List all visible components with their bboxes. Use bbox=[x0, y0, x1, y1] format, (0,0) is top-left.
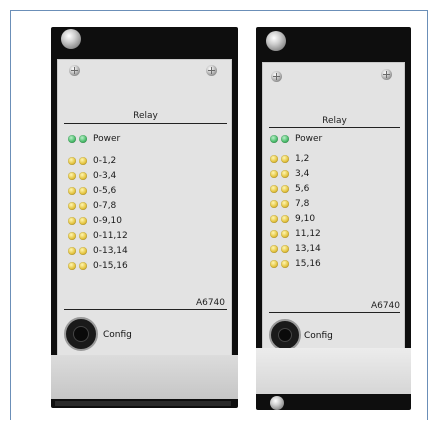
screw-icon bbox=[61, 29, 81, 49]
channel-led-icon bbox=[79, 202, 87, 210]
channel-label: 15,16 bbox=[295, 259, 321, 269]
channel-label: 0-3,4 bbox=[93, 171, 117, 181]
channel-led-icon bbox=[281, 155, 289, 163]
channel-led-icon bbox=[281, 170, 289, 178]
config-label: Config bbox=[304, 331, 333, 341]
channel-row: 7,8 bbox=[270, 199, 309, 209]
channel-row: 0-9,10 bbox=[68, 216, 122, 226]
channel-label: 0-13,14 bbox=[93, 246, 128, 256]
module-title: Relay bbox=[133, 111, 158, 121]
channel-led-icon bbox=[270, 260, 278, 268]
model-number: A6740 bbox=[195, 298, 225, 308]
config-port[interactable] bbox=[269, 319, 301, 351]
channel-led-icon bbox=[68, 202, 76, 210]
channel-label: 0-1,2 bbox=[93, 156, 117, 166]
channel-led-icon bbox=[281, 245, 289, 253]
channel-led-icon bbox=[79, 172, 87, 180]
divider bbox=[269, 127, 400, 128]
channel-row: 15,16 bbox=[270, 259, 321, 269]
channel-row: 0-5,6 bbox=[68, 186, 116, 196]
label-strip bbox=[51, 355, 238, 399]
channel-label: 0-15,16 bbox=[93, 261, 128, 271]
power-led-icon bbox=[270, 135, 278, 143]
channel-led-icon bbox=[281, 260, 289, 268]
channel-led-icon bbox=[270, 200, 278, 208]
channel-led-icon bbox=[79, 232, 87, 240]
channel-led-icon bbox=[79, 157, 87, 165]
power-label: Power bbox=[295, 134, 323, 144]
channel-label: 11,12 bbox=[295, 229, 321, 239]
channel-led-icon bbox=[68, 157, 76, 165]
channel-led-icon bbox=[79, 262, 87, 270]
channel-label: 9,10 bbox=[295, 214, 316, 224]
channel-row: 0-15,16 bbox=[68, 261, 128, 271]
relay-module-2: Relay Power 1,2 3,4 5,6 7,8 9,10 11,12 1… bbox=[256, 27, 411, 410]
channel-row: 11,12 bbox=[270, 229, 321, 239]
channel-label: 7,8 bbox=[295, 199, 310, 209]
channel-led-icon bbox=[68, 217, 76, 225]
power-led-icon bbox=[68, 135, 76, 143]
channel-label: 5,6 bbox=[295, 184, 310, 194]
module-title: Relay bbox=[322, 116, 347, 126]
faceplate: Relay Power 0-1,2 0-3,4 0-5,6 0-7,8 0-9,… bbox=[57, 59, 232, 376]
channel-led-icon bbox=[281, 200, 289, 208]
channel-led-icon bbox=[79, 217, 87, 225]
model-number: A6740 bbox=[370, 301, 400, 311]
channel-led-icon bbox=[270, 215, 278, 223]
channel-row: 9,10 bbox=[270, 214, 315, 224]
channel-label: 0-11,12 bbox=[93, 231, 128, 241]
label-strip bbox=[256, 348, 411, 394]
channel-led-icon bbox=[281, 230, 289, 238]
screw-icon bbox=[69, 65, 80, 76]
divider bbox=[269, 312, 400, 313]
screw-icon bbox=[271, 71, 282, 82]
faceplate: Relay Power 1,2 3,4 5,6 7,8 9,10 11,12 1… bbox=[262, 62, 405, 371]
channel-led-icon bbox=[68, 247, 76, 255]
power-led-icon bbox=[79, 135, 87, 143]
channel-label: 0-9,10 bbox=[93, 216, 123, 226]
channel-row: 0-3,4 bbox=[68, 171, 116, 181]
relay-module-1: Relay Power 0-1,2 0-3,4 0-5,6 0-7,8 0-9,… bbox=[51, 27, 238, 408]
screw-icon bbox=[206, 65, 217, 76]
channel-label: 0-5,6 bbox=[93, 186, 117, 196]
channel-label: 0-7,8 bbox=[93, 201, 117, 211]
screw-icon bbox=[266, 31, 286, 51]
channel-led-icon bbox=[270, 170, 278, 178]
channel-led-icon bbox=[68, 187, 76, 195]
channel-led-icon bbox=[79, 247, 87, 255]
channel-row: 1,2 bbox=[270, 154, 309, 164]
channel-label: 13,14 bbox=[295, 244, 321, 254]
power-label: Power bbox=[93, 134, 121, 144]
channel-led-icon bbox=[270, 155, 278, 163]
channel-row: 0-13,14 bbox=[68, 246, 128, 256]
divider bbox=[64, 309, 227, 310]
channel-row: 13,14 bbox=[270, 244, 321, 254]
screw-icon bbox=[270, 396, 284, 410]
channel-row: 0-1,2 bbox=[68, 156, 116, 166]
screw-icon bbox=[381, 69, 392, 80]
channel-led-icon bbox=[270, 185, 278, 193]
channel-led-icon bbox=[68, 232, 76, 240]
channel-row: 0-11,12 bbox=[68, 231, 128, 241]
config-label: Config bbox=[103, 330, 132, 340]
divider bbox=[64, 123, 227, 124]
channel-led-icon bbox=[270, 230, 278, 238]
power-row: Power bbox=[270, 134, 322, 144]
channel-row: 3,4 bbox=[270, 169, 309, 179]
channel-led-icon bbox=[68, 172, 76, 180]
channel-label: 3,4 bbox=[295, 169, 310, 179]
channel-row: 5,6 bbox=[270, 184, 309, 194]
channel-led-icon bbox=[68, 262, 76, 270]
power-led-icon bbox=[281, 135, 289, 143]
channel-led-icon bbox=[281, 185, 289, 193]
channel-led-icon bbox=[270, 245, 278, 253]
channel-led-icon bbox=[281, 215, 289, 223]
channel-label: 1,2 bbox=[295, 154, 310, 164]
channel-row: 0-7,8 bbox=[68, 201, 116, 211]
config-port[interactable] bbox=[64, 317, 98, 351]
bottom-bar bbox=[55, 401, 231, 406]
power-row: Power bbox=[68, 134, 120, 144]
channel-led-icon bbox=[79, 187, 87, 195]
